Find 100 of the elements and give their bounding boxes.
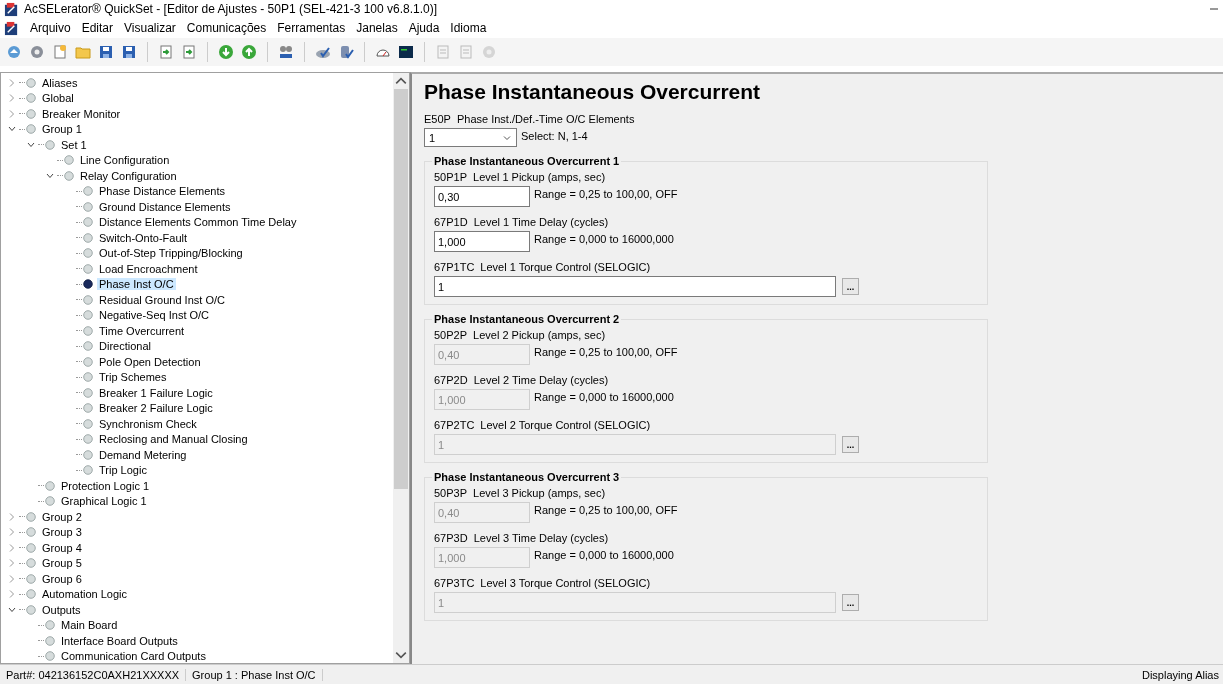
tree-item[interactable]: Load Encroachment — [97, 262, 200, 275]
menu-item[interactable]: Janelas — [356, 21, 398, 35]
node-icon — [26, 124, 36, 135]
tree-item[interactable]: Phase Inst O/C — [97, 278, 176, 291]
save-all-icon[interactable] — [121, 44, 137, 60]
tree-item[interactable]: Set 1 — [59, 138, 89, 151]
browse-button[interactable]: ... — [842, 278, 859, 295]
node-icon — [83, 186, 93, 197]
setting-input[interactable]: 0,30 — [434, 186, 530, 207]
node-icon — [26, 589, 36, 600]
tree-item[interactable]: Group 6 — [40, 572, 84, 585]
group-title: Phase Instantaneous Overcurrent 2 — [433, 313, 621, 325]
menu-item[interactable]: Editar — [81, 21, 114, 35]
page-heading: Phase Instantaneous Overcurrent — [424, 80, 762, 104]
tree-item[interactable]: Relay Configuration — [78, 169, 179, 182]
import-icon[interactable] — [158, 44, 174, 60]
tree-item[interactable]: Group 5 — [40, 557, 84, 570]
node-icon — [45, 480, 55, 491]
node-icon — [83, 263, 93, 274]
tree-item[interactable]: Synchronism Check — [97, 417, 199, 430]
tree-item[interactable]: Group 4 — [40, 541, 84, 554]
part-number: Part#: 042136152C0AXH21XXXXX — [0, 668, 187, 681]
tree-item[interactable]: Negative-Seq Inst O/C — [97, 309, 212, 322]
tree-item[interactable]: Time Overcurrent — [97, 324, 187, 337]
tree-item[interactable]: Graphical Logic 1 — [59, 495, 149, 508]
menu-item[interactable]: Ferramentas — [277, 21, 346, 35]
folder-icon[interactable] — [75, 44, 91, 60]
tree-item[interactable]: Trip Schemes — [97, 371, 169, 384]
node-icon — [45, 620, 55, 631]
tree-item[interactable]: Breaker Monitor — [40, 107, 123, 120]
tree-item[interactable]: Residual Ground Inst O/C — [97, 293, 227, 306]
node-icon — [26, 542, 36, 553]
menu-item[interactable]: Ajuda — [408, 21, 440, 35]
group-title: Phase Instantaneous Overcurrent 1 — [433, 155, 621, 167]
node-icon — [83, 294, 93, 305]
node-icon — [45, 139, 55, 150]
menu-item[interactable]: Visualizar — [124, 21, 176, 35]
setting-code: 67P3D — [434, 532, 468, 544]
node-icon — [83, 387, 93, 398]
setting-label: Phase Inst./Def.-Time O/C Elements — [456, 113, 635, 125]
node-icon — [83, 418, 93, 429]
gear-icon[interactable] — [29, 44, 45, 60]
setting-label: Level 1 Torque Control (SELOGIC) — [480, 261, 651, 273]
tree-item[interactable]: Pole Open Detection — [97, 355, 203, 368]
menu-item[interactable]: Arquivo — [30, 21, 71, 35]
tree-item[interactable]: Line Configuration — [78, 154, 172, 167]
tree-item[interactable]: Group 1 — [40, 123, 84, 136]
terminal-icon[interactable] — [398, 44, 414, 60]
tree-item[interactable]: Global — [40, 92, 76, 105]
tree-item[interactable]: Automation Logic — [40, 588, 129, 601]
tree-item[interactable]: Breaker 1 Failure Logic — [97, 386, 215, 399]
node-icon — [45, 651, 55, 662]
setting-label: Level 3 Pickup (amps, sec) — [473, 487, 606, 499]
scroll-thumb[interactable] — [394, 89, 408, 489]
tree-item[interactable]: Trip Logic — [97, 464, 149, 477]
setting-input[interactable]: 1,000 — [434, 231, 530, 252]
node-icon — [26, 573, 36, 584]
tree-item[interactable]: Main Board — [59, 619, 120, 632]
export-icon[interactable] — [181, 44, 197, 60]
node-icon — [83, 403, 93, 414]
tree-item[interactable]: Interface Board Outputs — [59, 634, 180, 647]
tree-item[interactable]: Breaker 2 Failure Logic — [97, 402, 215, 415]
setting-code: 50P3P — [434, 487, 468, 499]
node-icon — [26, 558, 36, 569]
save-icon[interactable] — [98, 44, 114, 60]
tree-item[interactable]: Group 2 — [40, 510, 84, 523]
node-icon — [83, 434, 93, 445]
element-dropdown[interactable]: 1 — [424, 128, 517, 147]
scrollbar[interactable] — [393, 73, 409, 663]
tree-item[interactable]: Reclosing and Manual Closing — [97, 433, 250, 446]
tree-item[interactable]: Protection Logic 1 — [59, 479, 152, 492]
tree-item[interactable]: Out-of-Step Tripping/Blocking — [97, 247, 245, 260]
tree-item[interactable]: Directional — [97, 340, 153, 353]
select-hint: Select: N, 1-4 — [521, 129, 588, 142]
setting-label: Level 1 Pickup (amps, sec) — [473, 171, 606, 183]
node-icon — [26, 527, 36, 538]
logic-input[interactable]: 1 — [434, 276, 836, 297]
tree-item[interactable]: Distance Elements Common Time Delay — [97, 216, 299, 229]
setting-label: Level 2 Time Delay (cycles) — [473, 374, 609, 386]
setting-code: 50P2P — [434, 329, 468, 341]
tree-item[interactable]: Aliases — [40, 76, 80, 89]
tree-item[interactable]: Outputs — [40, 603, 83, 616]
menu-item[interactable]: Idioma — [450, 21, 487, 35]
tree-item[interactable]: Switch-Onto-Fault — [97, 231, 190, 244]
new-file-icon[interactable] — [52, 44, 68, 60]
node-icon — [83, 325, 93, 336]
database-icon[interactable] — [338, 44, 354, 60]
group-title: Phase Instantaneous Overcurrent 3 — [433, 471, 621, 483]
node-icon — [83, 310, 93, 321]
tree-item[interactable]: Phase Distance Elements — [97, 185, 227, 198]
node-icon — [26, 108, 36, 119]
tree-item[interactable]: Group 3 — [40, 526, 84, 539]
node-icon — [83, 201, 93, 212]
tree-item[interactable]: Ground Distance Elements — [97, 200, 233, 213]
menu-item[interactable]: Comunicações — [186, 21, 267, 35]
setting-label: Level 2 Torque Control (SELOGIC) — [480, 419, 651, 431]
tree-item[interactable]: Demand Metering — [97, 448, 189, 461]
tree-item[interactable]: Communication Card Outputs — [59, 650, 208, 663]
node-icon — [45, 496, 55, 507]
node-icon — [83, 465, 93, 476]
